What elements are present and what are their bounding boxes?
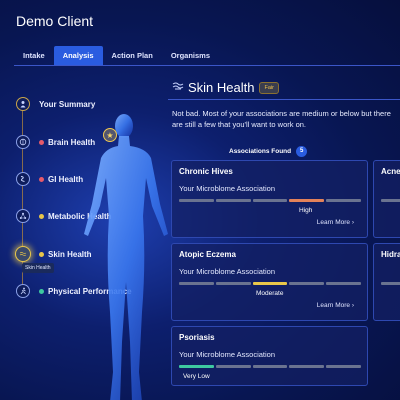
nav-item-summary[interactable]: Your Summary xyxy=(16,97,95,111)
learn-more-link[interactable]: Learn More › xyxy=(317,219,354,226)
card-subtitle: Your Microblome Association xyxy=(179,184,276,193)
association-card-acne[interactable]: Acne xyxy=(373,160,400,238)
tab-bar: Intake Analysis Action Plan Organisms xyxy=(14,46,219,66)
tab-divider xyxy=(14,65,400,66)
nav-label: Your Summary xyxy=(39,99,96,109)
association-card-psoriasis[interactable]: Psoriasis Your Microblome Association Ve… xyxy=(171,326,368,386)
learn-more-link[interactable]: Learn More › xyxy=(317,302,354,309)
star-icon[interactable]: ★ xyxy=(103,128,117,142)
card-subtitle: Your Microblome Association xyxy=(179,267,276,276)
skin-icon xyxy=(172,81,184,94)
card-title: Atopic Eczema xyxy=(179,250,236,259)
card-title: Acne xyxy=(381,167,400,176)
tab-action-plan[interactable]: Action Plan xyxy=(103,46,162,66)
card-subtitle: Your Microblome Association xyxy=(179,350,276,359)
status-dot xyxy=(39,251,44,257)
level-bar xyxy=(179,199,361,202)
body-figure xyxy=(84,114,168,400)
molecule-icon xyxy=(16,209,30,223)
level-label: High xyxy=(299,207,313,214)
section-header: Skin Health Fair xyxy=(172,80,279,95)
level-bar xyxy=(179,282,361,285)
person-icon xyxy=(16,97,30,111)
association-card-chronic-hives[interactable]: Chronic Hives Your Microblome Associatio… xyxy=(171,160,368,238)
chevron-right-icon: › xyxy=(351,219,354,226)
nav-item-gi-health[interactable]: GI Health xyxy=(16,172,83,186)
activity-icon xyxy=(16,284,30,298)
status-dot xyxy=(39,213,44,219)
gut-icon xyxy=(16,172,30,186)
level-bar xyxy=(179,365,361,368)
section-description: Not bad. Most of your associations are m… xyxy=(172,109,391,129)
level-label: Moderate xyxy=(256,290,284,297)
level-label: Very Low xyxy=(183,373,210,380)
status-dot xyxy=(39,176,44,182)
level-bar xyxy=(381,282,400,285)
level-bar xyxy=(381,199,400,202)
associations-count: 5 xyxy=(296,146,308,157)
chevron-right-icon: › xyxy=(351,302,354,309)
page-title: Skin Health xyxy=(188,80,255,95)
card-title: Hidradenitis xyxy=(381,250,400,259)
header-divider xyxy=(168,99,400,100)
nav-tooltip: Skin Health xyxy=(22,263,54,273)
brain-icon xyxy=(16,135,30,149)
status-dot xyxy=(39,288,44,294)
app-title: Demo Client xyxy=(16,13,94,29)
association-card-hidradenitis[interactable]: Hidradenitis xyxy=(373,243,400,321)
skin-icon xyxy=(15,246,31,262)
tab-analysis[interactable]: Analysis xyxy=(53,46,103,66)
tab-intake[interactable]: Intake xyxy=(14,46,54,66)
card-title: Psoriasis xyxy=(179,333,215,342)
status-dot xyxy=(39,139,44,145)
status-badge: Fair xyxy=(259,81,279,94)
card-title: Chronic Hives xyxy=(179,167,233,176)
associations-header: Associations Found 5 xyxy=(229,146,308,157)
tab-organisms[interactable]: Organisms xyxy=(162,46,219,66)
association-card-atopic-eczema[interactable]: Atopic Eczema Your Microblome Associatio… xyxy=(171,243,368,321)
associations-label: Associations Found xyxy=(229,148,292,155)
